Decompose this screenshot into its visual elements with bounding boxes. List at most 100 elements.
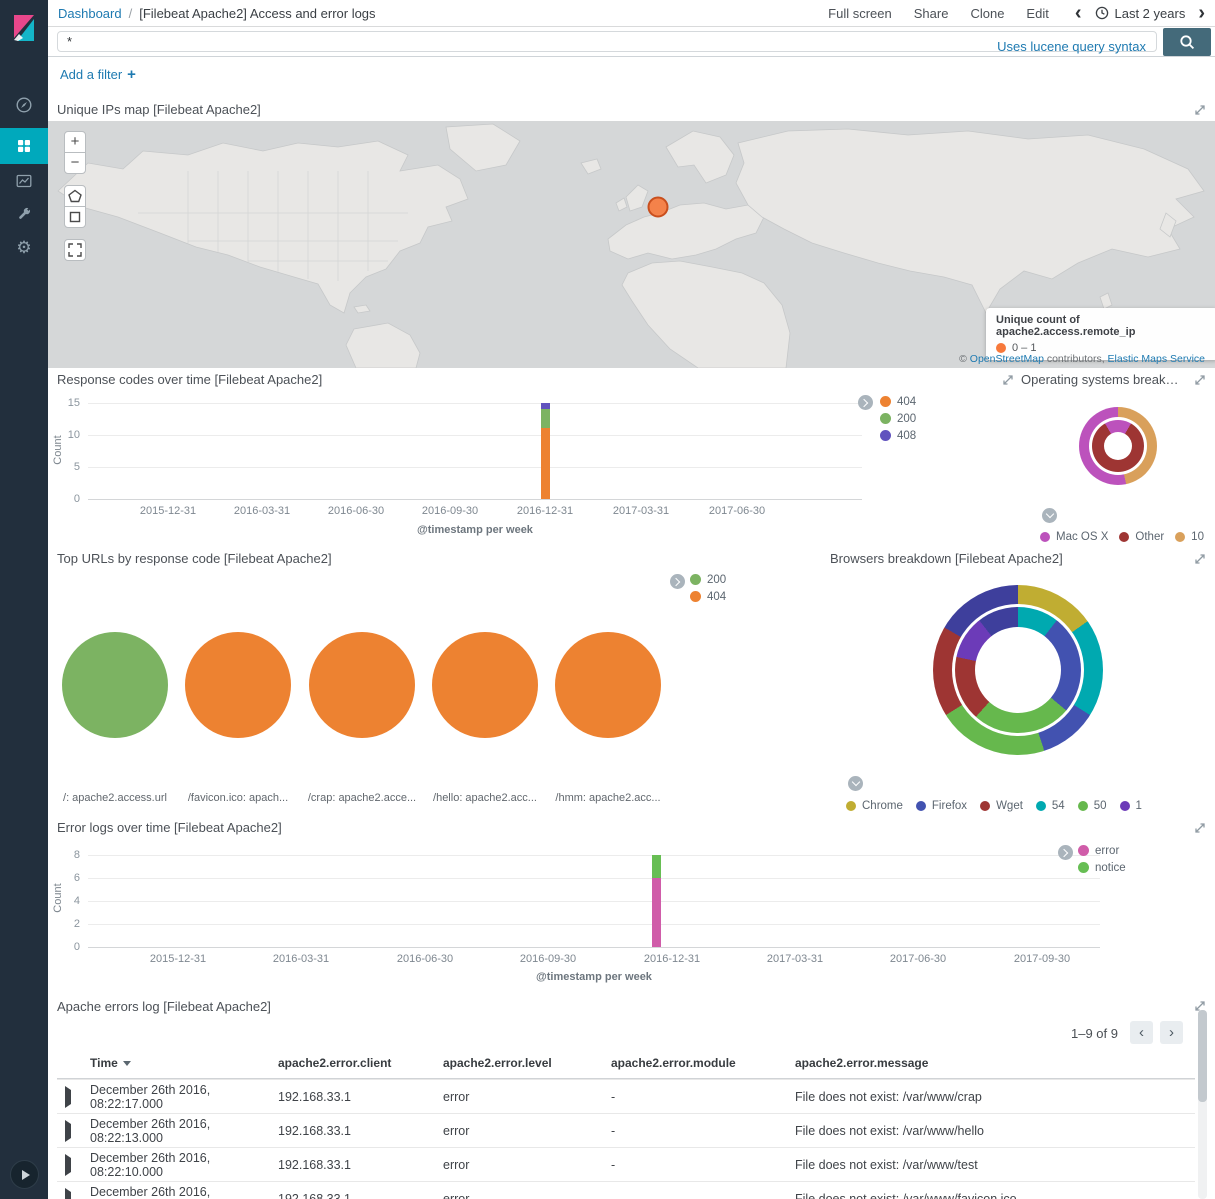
cell-client: 192.168.33.1 <box>278 1124 443 1138</box>
legend-item-error[interactable]: error <box>1078 842 1126 859</box>
legend-toggle-icon[interactable] <box>858 395 873 410</box>
legend-toggle-icon[interactable] <box>848 776 863 791</box>
legend-item-404[interactable]: 404 <box>690 588 726 605</box>
row-expand-icon[interactable] <box>65 1188 71 1199</box>
pagination-prev-button[interactable]: ‹ <box>1130 1021 1153 1044</box>
legend-toggle-icon[interactable] <box>670 574 685 589</box>
legend-item-1[interactable]: 1 <box>1120 797 1142 814</box>
os-donut-chart[interactable] <box>1079 407 1157 485</box>
column-header-module[interactable]: apache2.error.module <box>611 1056 795 1070</box>
response-codes-panel-title: Response codes over time [Filebeat Apach… <box>57 372 322 387</box>
column-header-level[interactable]: apache2.error.level <box>443 1056 611 1070</box>
map-draw-controls <box>64 185 86 228</box>
x-axis-line <box>88 499 862 500</box>
time-range-label: Last 2 years <box>1115 6 1186 21</box>
sidebar-item-dashboard[interactable] <box>0 128 48 164</box>
legend-dot <box>880 430 891 441</box>
full-screen-button[interactable]: Full screen <box>828 6 892 21</box>
column-header-message[interactable]: apache2.error.message <box>795 1056 1195 1070</box>
y-tick: 0 <box>54 493 80 505</box>
legend-item-macosx[interactable]: Mac OS X <box>1040 528 1108 545</box>
pie-root-url[interactable] <box>62 632 168 738</box>
y-tick: 0 <box>54 941 80 953</box>
legend-item-408[interactable]: 408 <box>880 427 916 444</box>
kibana-logo[interactable] <box>10 12 38 44</box>
sidebar-item-management[interactable]: ⚙ <box>0 231 48 265</box>
zoom-out-button[interactable]: − <box>64 152 86 174</box>
legend-item-200[interactable]: 200 <box>880 410 916 427</box>
pie-hmm[interactable] <box>555 632 661 738</box>
draw-polygon-button[interactable] <box>64 185 86 207</box>
openstreetmap-link[interactable]: OpenStreetMap <box>970 353 1044 365</box>
fit-data-bounds-button[interactable] <box>64 239 86 261</box>
column-header-client[interactable]: apache2.error.client <box>278 1056 443 1070</box>
legend-label: Other <box>1135 531 1164 543</box>
legend-item-404[interactable]: 404 <box>880 393 916 410</box>
column-header-time[interactable]: Time <box>90 1056 278 1070</box>
error-logs-expand-icon[interactable] <box>1194 822 1206 837</box>
bar-404[interactable] <box>541 428 550 499</box>
sidebar-item-dev-tools[interactable] <box>0 197 48 231</box>
bar-notice[interactable] <box>652 855 661 878</box>
legend-toggle-icon[interactable] <box>1058 845 1073 860</box>
legend-label: 1 <box>1136 800 1142 812</box>
search-query-input[interactable]: * Uses lucene query syntax <box>57 31 1157 52</box>
share-button[interactable]: Share <box>914 6 949 21</box>
legend-label: 404 <box>897 396 916 408</box>
table-scrollbar-thumb[interactable] <box>1198 1010 1207 1102</box>
row-expand-icon[interactable] <box>65 1086 71 1108</box>
legend-dot <box>846 801 856 811</box>
unique-ips-map[interactable]: + − Unique count of apa <box>48 121 1215 368</box>
legend-item-chrome[interactable]: Chrome <box>846 797 903 814</box>
clone-button[interactable]: Clone <box>970 6 1004 21</box>
legend-item-10[interactable]: 10 <box>1175 528 1204 545</box>
zoom-in-button[interactable]: + <box>64 131 86 153</box>
row-expand-icon[interactable] <box>65 1154 71 1176</box>
kibana-dashboard: ⚙ Dashboard / [Filebeat Apache2] Access … <box>0 0 1215 1199</box>
browsers-expand-icon[interactable] <box>1194 553 1206 568</box>
cell-client: 192.168.33.1 <box>278 1192 443 1199</box>
collapse-sidebar-button[interactable] <box>10 1160 39 1189</box>
lucene-syntax-link[interactable]: Uses lucene query syntax <box>997 36 1146 57</box>
pie-crap[interactable] <box>309 632 415 738</box>
browsers-donut-chart[interactable] <box>933 585 1103 755</box>
legend-item-other[interactable]: Other <box>1119 528 1164 545</box>
legend-item-notice[interactable]: notice <box>1078 859 1126 876</box>
sidebar-item-timelion[interactable] <box>0 164 48 198</box>
time-range-button[interactable]: Last 2 years <box>1095 6 1186 21</box>
sidebar-item-discover[interactable] <box>0 88 48 122</box>
cell-client: 192.168.33.1 <box>278 1090 443 1104</box>
pie-favicon[interactable] <box>185 632 291 738</box>
legend-toggle-icon[interactable] <box>1042 508 1057 523</box>
bar-error[interactable] <box>652 878 661 947</box>
legend-item-wget[interactable]: Wget <box>980 797 1023 814</box>
x-axis-label: @timestamp per week <box>494 971 694 983</box>
add-filter-plus-icon[interactable]: + <box>127 66 136 83</box>
gridline <box>88 467 862 468</box>
elastic-maps-service-link[interactable]: Elastic Maps Service <box>1108 353 1205 365</box>
response-codes-expand-icon[interactable] <box>1002 374 1014 389</box>
os-expand-icon[interactable] <box>1194 374 1206 389</box>
legend-item-54[interactable]: 54 <box>1036 797 1065 814</box>
pie-hello[interactable] <box>432 632 538 738</box>
add-filter-link[interactable]: Add a filter <box>60 67 122 82</box>
bar-200[interactable] <box>541 409 550 428</box>
time-back-button[interactable]: ‹ <box>1075 3 1082 23</box>
edit-button[interactable]: Edit <box>1026 6 1048 21</box>
search-button[interactable] <box>1163 28 1211 56</box>
map-marker-germany[interactable] <box>649 198 668 217</box>
legend-item-200[interactable]: 200 <box>690 571 726 588</box>
pagination-next-button[interactable]: › <box>1160 1021 1183 1044</box>
row-expand-icon[interactable] <box>65 1120 71 1142</box>
draw-rectangle-button[interactable] <box>64 206 86 228</box>
legend-dot <box>1078 845 1089 856</box>
breadcrumb-dashboard-link[interactable]: Dashboard <box>58 6 122 21</box>
map-expand-icon[interactable] <box>1194 104 1206 119</box>
legend-label: Chrome <box>862 800 903 812</box>
page-title: [Filebeat Apache2] Access and error logs <box>139 6 375 21</box>
legend-item-firefox[interactable]: Firefox <box>916 797 967 814</box>
legend-dot <box>980 801 990 811</box>
legend-item-50[interactable]: 50 <box>1078 797 1107 814</box>
time-forward-button[interactable]: › <box>1198 3 1205 23</box>
x-tick: 2017-06-30 <box>692 505 782 517</box>
